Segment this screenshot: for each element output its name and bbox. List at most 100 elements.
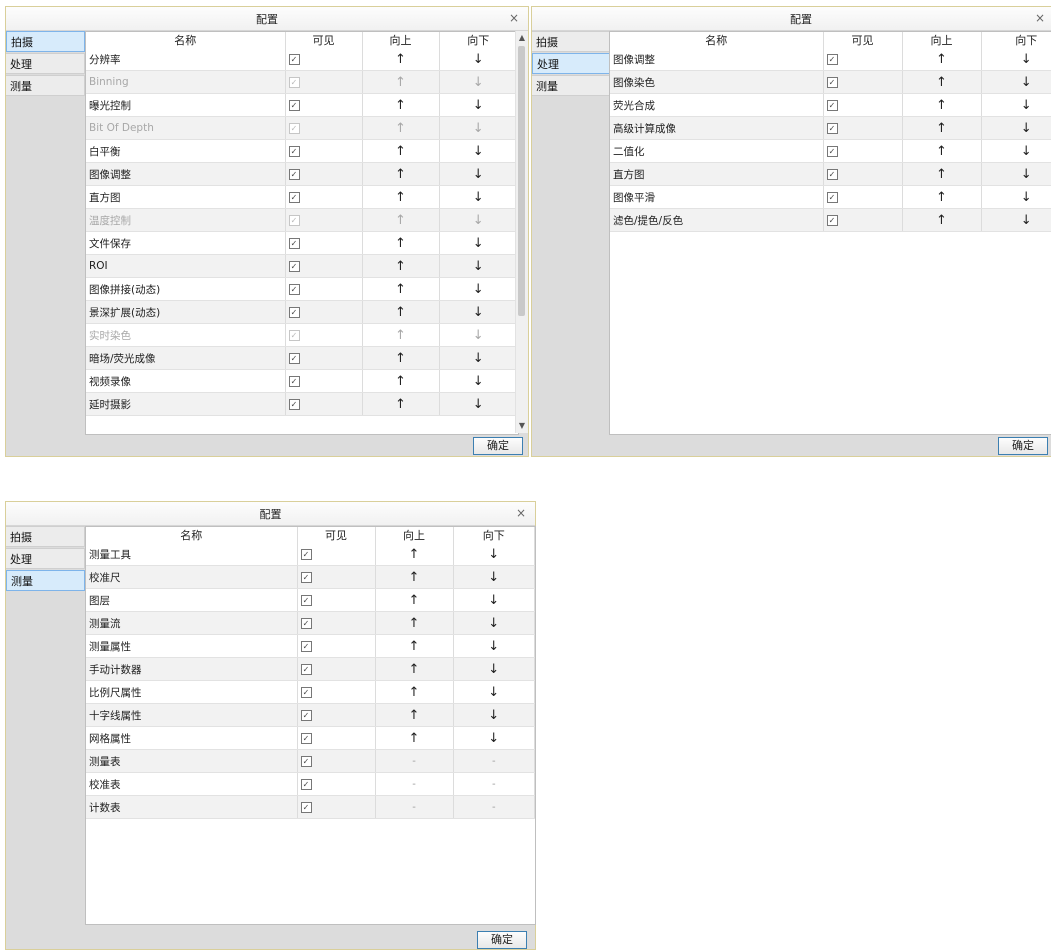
visible-checkbox[interactable]: ✓ (288, 398, 300, 410)
visible-checkbox[interactable]: ✓ (300, 732, 312, 744)
move-up-arrow-icon[interactable]: ↑ (375, 588, 454, 612)
visible-checkbox[interactable]: ✓ (826, 168, 838, 180)
move-down-arrow-icon[interactable]: ↓ (981, 93, 1051, 117)
visible-checkbox[interactable]: ✓ (300, 663, 312, 675)
sidebar-item-capture[interactable]: 拍摄 (532, 31, 611, 52)
table-row[interactable]: 测量流 ✓ ↑ ↓ (86, 611, 535, 635)
move-down-arrow-icon[interactable]: ↓ (439, 185, 518, 209)
table-row[interactable]: 直方图 ✓ ↑ ↓ (610, 162, 1051, 186)
table-row[interactable]: 文件保存 ✓ ↑ ↓ (86, 231, 518, 255)
move-down-arrow-icon[interactable]: ↓ (439, 323, 518, 347)
scrollbar-thumb[interactable] (518, 46, 525, 316)
table-row[interactable]: 滤色/提色/反色 ✓ ↑ ↓ (610, 208, 1051, 232)
sidebar-item-process[interactable]: 处理 (6, 548, 85, 569)
visible-checkbox[interactable]: ✓ (300, 617, 312, 629)
table-row[interactable]: 荧光合成 ✓ ↑ ↓ (610, 93, 1051, 117)
move-down-arrow-icon[interactable]: ↓ (981, 116, 1051, 140)
table-row[interactable]: 视频录像 ✓ ↑ ↓ (86, 369, 518, 393)
scroll-down-arrow-icon[interactable]: ▼ (516, 420, 528, 432)
visible-checkbox[interactable]: ✓ (300, 640, 312, 652)
move-down-arrow-icon[interactable]: ↓ (439, 93, 518, 117)
move-down-arrow-icon[interactable]: ↓ (439, 277, 518, 301)
visible-checkbox[interactable]: ✓ (826, 122, 838, 134)
table-row[interactable]: 白平衡 ✓ ↑ ↓ (86, 139, 518, 163)
move-up-arrow-icon[interactable]: ↑ (902, 208, 982, 232)
move-up-arrow-icon[interactable]: ↑ (375, 611, 454, 635)
visible-checkbox[interactable]: ✓ (288, 329, 300, 341)
table-row[interactable]: ROI ✓ ↑ ↓ (86, 254, 518, 278)
table-row[interactable]: 十字线属性 ✓ ↑ ↓ (86, 703, 535, 727)
move-up-arrow-icon[interactable]: ↑ (375, 543, 454, 566)
move-up-arrow-icon[interactable]: ↑ (362, 139, 440, 163)
move-up-arrow-icon[interactable]: ↑ (902, 162, 982, 186)
visible-checkbox[interactable]: ✓ (288, 214, 300, 226)
table-row[interactable]: 测量工具 ✓ ↑ ↓ (86, 543, 535, 566)
move-down-arrow-icon[interactable]: ↓ (439, 208, 518, 232)
visible-checkbox[interactable]: ✓ (288, 375, 300, 387)
visible-checkbox[interactable]: ✓ (288, 260, 300, 272)
visible-checkbox[interactable]: ✓ (288, 168, 300, 180)
move-up-arrow-icon[interactable]: ↑ (362, 70, 440, 94)
move-down-arrow-icon[interactable]: ↓ (453, 703, 535, 727)
close-button[interactable]: × (513, 505, 529, 521)
table-row[interactable]: 高级计算成像 ✓ ↑ ↓ (610, 116, 1051, 140)
visible-checkbox[interactable]: ✓ (826, 191, 838, 203)
table-row[interactable]: 实时染色 ✓ ↑ ↓ (86, 323, 518, 347)
move-down-arrow-icon[interactable]: ↓ (981, 185, 1051, 209)
move-up-arrow-icon[interactable]: ↑ (362, 231, 440, 255)
move-up-arrow-icon[interactable]: ↑ (362, 162, 440, 186)
table-row[interactable]: 图像染色 ✓ ↑ ↓ (610, 70, 1051, 94)
table-row[interactable]: 曝光控制 ✓ ↑ ↓ (86, 93, 518, 117)
visible-checkbox[interactable]: ✓ (300, 571, 312, 583)
move-up-arrow-icon[interactable]: ↑ (375, 634, 454, 658)
move-up-arrow-icon[interactable]: ↑ (362, 300, 440, 324)
visible-checkbox[interactable]: ✓ (826, 53, 838, 65)
close-button[interactable]: × (1032, 10, 1048, 26)
visible-checkbox[interactable]: ✓ (300, 709, 312, 721)
table-row[interactable]: Binning ✓ ↑ ↓ (86, 70, 518, 94)
move-down-arrow-icon[interactable]: ↓ (981, 162, 1051, 186)
move-up-arrow-icon[interactable]: ↑ (362, 93, 440, 117)
move-down-arrow-icon[interactable]: ↓ (453, 611, 535, 635)
visible-checkbox[interactable]: ✓ (288, 191, 300, 203)
table-row[interactable]: 测量属性 ✓ ↑ ↓ (86, 634, 535, 658)
visible-checkbox[interactable]: ✓ (300, 594, 312, 606)
move-down-arrow-icon[interactable]: ↓ (439, 231, 518, 255)
move-up-arrow-icon[interactable]: ↑ (362, 254, 440, 278)
sidebar-item-process[interactable]: 处理 (532, 53, 611, 74)
move-up-arrow-icon[interactable]: ↑ (362, 323, 440, 347)
move-up-arrow-icon[interactable]: ↑ (362, 277, 440, 301)
table-row[interactable]: 图层 ✓ ↑ ↓ (86, 588, 535, 612)
move-down-arrow-icon[interactable]: ↓ (453, 543, 535, 566)
sidebar-item-capture[interactable]: 拍摄 (6, 526, 85, 547)
visible-checkbox[interactable]: ✓ (288, 53, 300, 65)
move-up-arrow-icon[interactable]: ↑ (362, 369, 440, 393)
move-down-arrow-icon[interactable]: ↓ (453, 634, 535, 658)
table-row[interactable]: 直方图 ✓ ↑ ↓ (86, 185, 518, 209)
table-row[interactable]: 温度控制 ✓ ↑ ↓ (86, 208, 518, 232)
move-down-arrow-icon[interactable]: ↓ (439, 48, 518, 71)
visible-checkbox[interactable]: ✓ (826, 145, 838, 157)
visible-checkbox[interactable]: ✓ (288, 306, 300, 318)
visible-checkbox[interactable]: ✓ (300, 548, 312, 560)
move-up-arrow-icon[interactable]: ↑ (362, 48, 440, 71)
move-down-arrow-icon[interactable]: ↓ (453, 565, 535, 589)
table-row[interactable]: 图像调整 ✓ ↑ ↓ (610, 48, 1051, 71)
table-row[interactable]: 手动计数器 ✓ ↑ ↓ (86, 657, 535, 681)
table-row[interactable]: 校准尺 ✓ ↑ ↓ (86, 565, 535, 589)
move-up-arrow-icon[interactable]: ↑ (902, 70, 982, 94)
visible-checkbox[interactable]: ✓ (300, 778, 312, 790)
move-down-arrow-icon[interactable]: ↓ (439, 392, 518, 416)
sidebar-item-measure[interactable]: 测量 (6, 75, 85, 96)
move-down-arrow-icon[interactable]: ↓ (453, 726, 535, 750)
visible-checkbox[interactable]: ✓ (288, 283, 300, 295)
move-up-arrow-icon[interactable]: ↑ (362, 346, 440, 370)
move-up-arrow-icon[interactable]: ↑ (902, 93, 982, 117)
move-up-arrow-icon[interactable]: ↑ (375, 726, 454, 750)
visible-checkbox[interactable]: ✓ (826, 76, 838, 88)
move-down-arrow-icon[interactable]: ↓ (439, 254, 518, 278)
table-row[interactable]: 比例尺属性 ✓ ↑ ↓ (86, 680, 535, 704)
move-up-arrow-icon[interactable]: ↑ (362, 392, 440, 416)
vertical-scrollbar[interactable]: ▲ ▼ (515, 31, 528, 433)
table-row[interactable]: Bit Of Depth ✓ ↑ ↓ (86, 116, 518, 140)
